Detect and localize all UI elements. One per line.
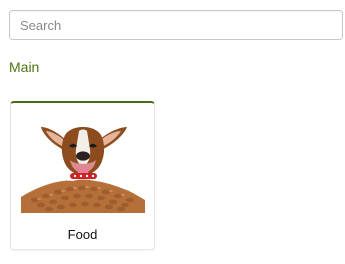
dog-with-kibble-image bbox=[21, 109, 145, 213]
category-label: Food bbox=[67, 227, 98, 242]
search-input[interactable] bbox=[10, 11, 342, 39]
category-card-food[interactable]: Food bbox=[10, 101, 155, 250]
section-title: Main bbox=[9, 59, 40, 75]
search-box[interactable] bbox=[9, 10, 343, 40]
page: Main bbox=[0, 0, 345, 264]
